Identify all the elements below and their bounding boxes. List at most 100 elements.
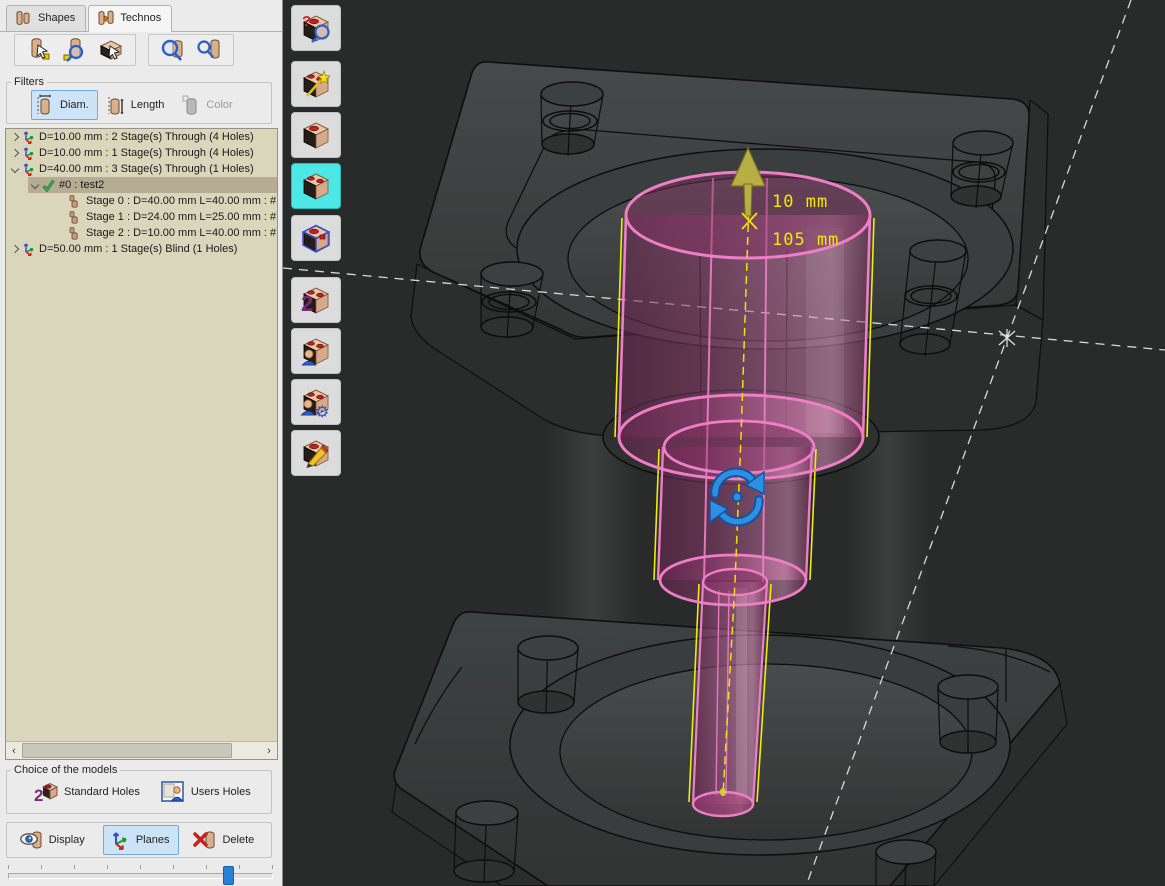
stage-cylinder-icon [68, 226, 82, 240]
diameter-filter-icon [36, 94, 56, 116]
scroll-right-icon[interactable]: › [261, 745, 277, 757]
expand-chevron[interactable] [11, 149, 19, 157]
box-user-gear-button[interactable]: ⚙ [291, 379, 341, 425]
filters-label: Filters [11, 76, 47, 88]
box-user-holes-button[interactable] [291, 328, 341, 374]
box-wizard-button[interactable] [291, 61, 341, 107]
standard-holes-icon: 2 [33, 780, 59, 804]
expand-chevron[interactable] [31, 181, 39, 189]
zoom-slider [0, 862, 283, 886]
models-group: Choice of the models 2 Standard Holes [6, 764, 272, 814]
box-standard-holes-button[interactable]: 2 [291, 277, 341, 323]
planes-label: Planes [136, 834, 170, 846]
standard-holes-label: Standard Holes [64, 786, 140, 798]
box-edit-icon [299, 436, 333, 470]
actions-group: Display Planes Delete [6, 822, 272, 858]
expand-chevron[interactable] [11, 133, 19, 141]
planes-button[interactable]: Planes [103, 825, 180, 855]
panel-toolbar [0, 34, 296, 72]
svg-text:⚙: ⚙ [315, 402, 329, 419]
tree-row[interactable]: D=10.00 mm : 1 Stage(s) Through (4 Holes… [6, 145, 277, 161]
dimension-label-depth: 105 mm [772, 230, 839, 250]
svg-text:2: 2 [301, 291, 313, 316]
box-user-gear-icon: ⚙ [299, 385, 333, 419]
hole-group-icon [22, 162, 35, 176]
tab-label: Technos [120, 12, 161, 24]
planes-icon [109, 829, 131, 851]
tree-row-label: D=40.00 mm : 3 Stage(s) Through (1 Holes… [39, 163, 254, 175]
selection-tool-group [14, 34, 136, 66]
filter-label: Length [131, 99, 165, 111]
box-user-holes-icon [299, 334, 333, 368]
filter-label: Diam. [60, 99, 89, 111]
svg-text:?: ? [302, 13, 311, 30]
box-edit-button[interactable] [291, 430, 341, 476]
panel-tab-bar: Shapes Technos [0, 2, 282, 32]
tree-row-label: Stage 2 : D=10.00 mm L=40.00 mm : # [86, 227, 276, 239]
hole-group-icon [22, 146, 35, 160]
box-inspect-icon: ? [299, 11, 333, 45]
tree-row[interactable]: D=50.00 mm : 1 Stage(s) Blind (1 Holes) [6, 241, 277, 257]
box-single-hole-button[interactable] [291, 112, 341, 158]
side-toolbar: ? 2 ⚙ [291, 0, 345, 886]
hole-group-icon [22, 242, 35, 256]
tree-row[interactable]: #0 : test2 [6, 177, 277, 193]
box-wireframe-button[interactable] [291, 215, 341, 261]
delete-button[interactable]: Delete [187, 825, 264, 855]
expand-chevron[interactable] [11, 245, 19, 253]
tree-row[interactable]: Stage 1 : D=24.00 mm L=25.00 mm : # [6, 209, 277, 225]
zoom-tool-group [148, 34, 234, 66]
tree-row[interactable]: Stage 0 : D=40.00 mm L=40.00 mm : # [6, 193, 277, 209]
scrollbar-thumb[interactable] [22, 743, 232, 758]
slider-thumb[interactable] [223, 866, 234, 885]
tree-row-label: D=10.00 mm : 2 Stage(s) Through (4 Holes… [39, 131, 254, 143]
box-multi-hole-button[interactable] [291, 163, 341, 209]
tree-row[interactable]: Stage 2 : D=10.00 mm L=40.00 mm : # [6, 225, 277, 241]
box-standard-holes-icon: 2 [299, 283, 333, 317]
tree-horizontal-scrollbar[interactable]: ‹ › [6, 741, 277, 759]
filter-diameter-button[interactable]: Diam. [31, 90, 98, 120]
cylinders-icon [15, 10, 33, 26]
filter-length-button[interactable]: Length [102, 90, 174, 120]
filter-color-button[interactable]: Color [177, 90, 241, 120]
zoom-selection-icon[interactable] [157, 36, 189, 64]
tab-shapes[interactable]: Shapes [6, 5, 86, 31]
color-filter-icon [182, 94, 202, 116]
delete-label: Delete [222, 834, 254, 846]
display-button[interactable]: Display [14, 825, 95, 855]
standard-holes-button[interactable]: 2 Standard Holes [33, 780, 140, 804]
users-holes-icon [160, 780, 186, 804]
validated-check-icon [42, 179, 55, 192]
users-holes-button[interactable]: Users Holes [160, 780, 251, 804]
filter-label: Color [206, 99, 232, 111]
stage-cylinder-icon [68, 194, 82, 208]
technos-panel: Shapes Technos [0, 0, 283, 886]
select-hole-icon[interactable] [23, 36, 55, 64]
box-multi-hole-icon [299, 169, 333, 203]
holes-tree[interactable]: D=10.00 mm : 2 Stage(s) Through (4 Holes… [5, 128, 278, 760]
models-label: Choice of the models [11, 764, 120, 776]
tree-row-label: #0 : test2 [59, 179, 104, 191]
tree-row[interactable]: D=10.00 mm : 2 Stage(s) Through (4 Holes… [6, 129, 277, 145]
inspect-hole-icon[interactable] [59, 36, 91, 64]
svg-text:2: 2 [34, 786, 43, 804]
tree-row-label: Stage 0 : D=40.00 mm L=40.00 mm : # [86, 195, 276, 207]
tree-row-label: Stage 1 : D=24.00 mm L=25.00 mm : # [86, 211, 276, 223]
expand-chevron[interactable] [11, 165, 19, 173]
3d-viewport[interactable]: 10 mm 105 mm [283, 0, 1165, 886]
stage-cylinder-icon [68, 210, 82, 224]
tree-row[interactable]: D=40.00 mm : 3 Stage(s) Through (1 Holes… [6, 161, 277, 177]
select-shape-icon[interactable] [95, 36, 127, 64]
delete-icon [193, 829, 217, 851]
tab-label: Shapes [38, 12, 75, 24]
dimension-label-offset: 10 mm [772, 192, 828, 212]
display-label: Display [49, 834, 85, 846]
users-holes-label: Users Holes [191, 786, 251, 798]
scroll-left-icon[interactable]: ‹ [6, 745, 22, 757]
box-single-hole-icon [299, 118, 333, 152]
display-icon [20, 829, 44, 851]
box-inspect-button[interactable]: ? [291, 5, 341, 51]
tab-technos[interactable]: Technos [88, 5, 172, 32]
length-filter-icon [107, 94, 127, 116]
zoom-hole-icon[interactable] [193, 36, 225, 64]
